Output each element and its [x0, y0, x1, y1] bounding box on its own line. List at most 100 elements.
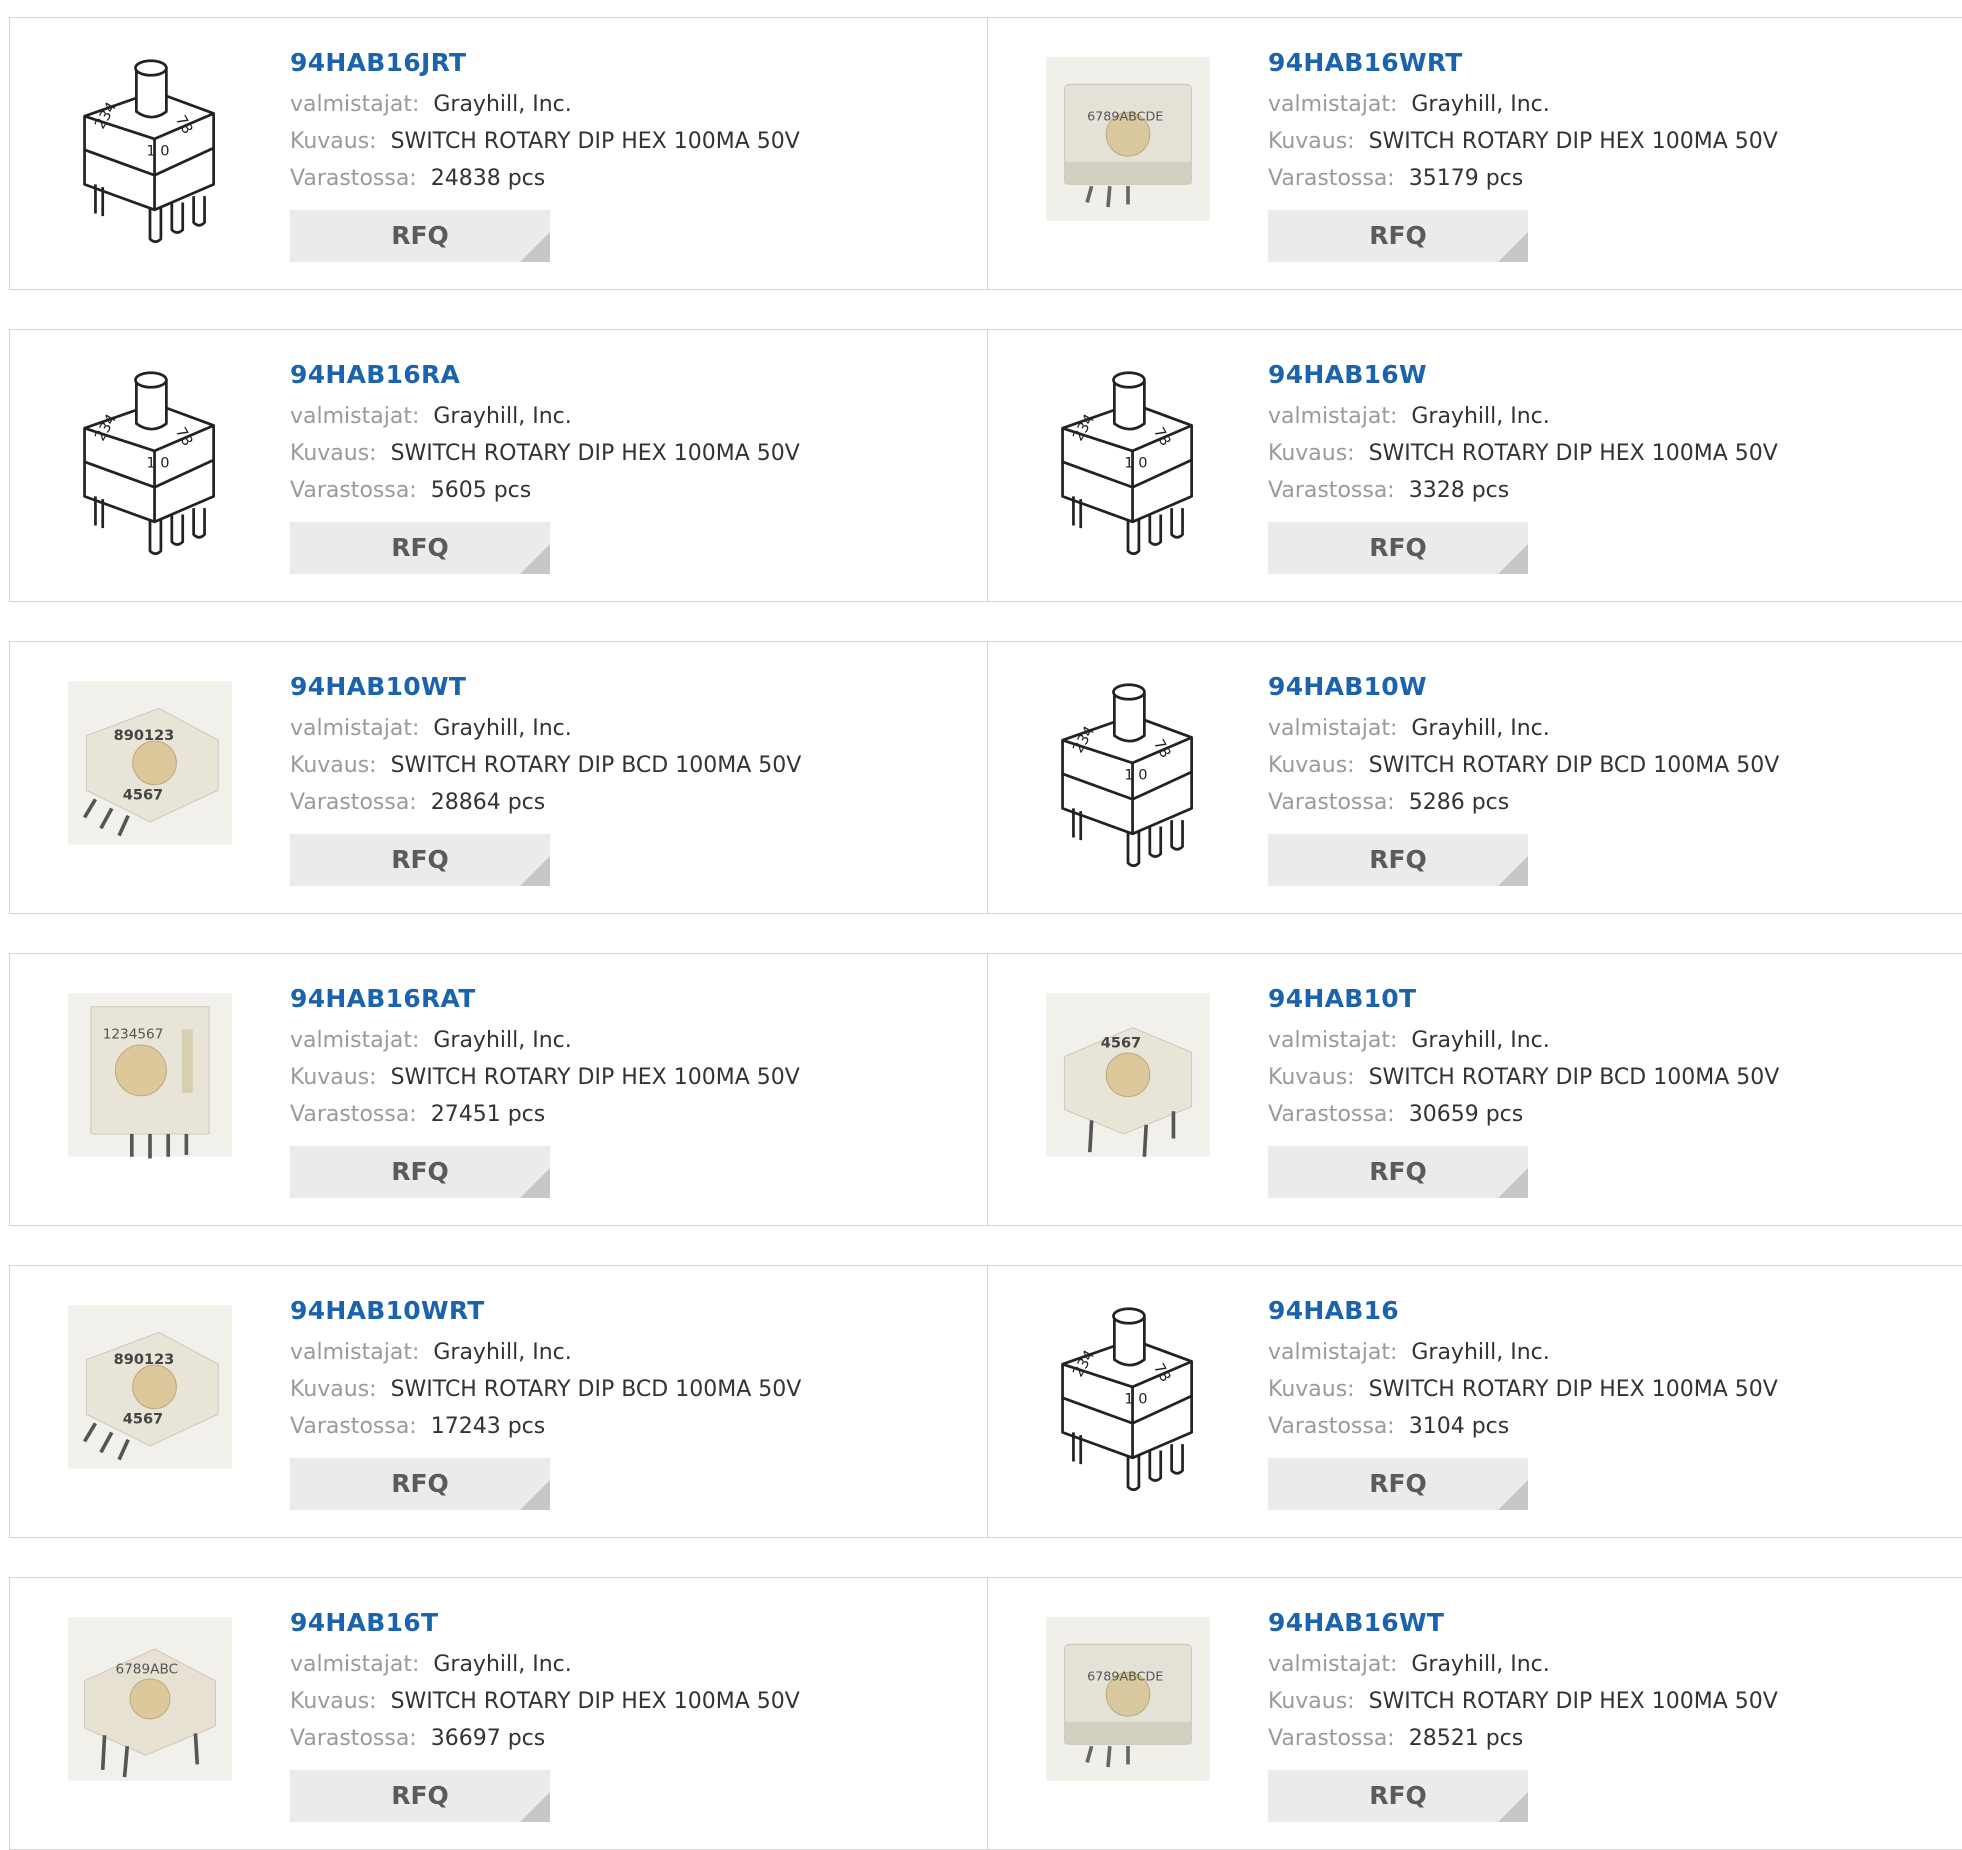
svg-text:1 0: 1 0 — [1124, 767, 1147, 783]
product-thumbnail[interactable]: 890123 4567 — [50, 672, 250, 872]
stock-value: 36697 pcs — [430, 1726, 546, 1751]
product-info: 94HAB16 valmistajat: Grayhill, Inc. Kuvau… — [1268, 1296, 1953, 1510]
description-label: Kuvaus: — [290, 129, 377, 154]
part-number-link[interactable]: 94HAB16W — [1268, 360, 1953, 390]
manufacturer-label: valmistajat: — [1268, 716, 1398, 741]
description-label: Kuvaus: — [1268, 1689, 1355, 1714]
rfq-button[interactable]: RFQ — [290, 522, 550, 574]
part-number-link[interactable]: 94HAB16T — [290, 1608, 977, 1638]
description-value: SWITCH ROTARY DIP HEX 100MA 50V — [390, 129, 800, 154]
rfq-button[interactable]: RFQ — [1268, 1146, 1528, 1198]
product-thumbnail[interactable]: 234 78 1 0 — [1028, 360, 1228, 560]
stock-label: Varastossa: — [290, 1414, 417, 1439]
part-number-link[interactable]: 94HAB10W — [1268, 672, 1953, 702]
part-number-link[interactable]: 94HAB16WT — [1268, 1608, 1953, 1638]
rfq-button[interactable]: RFQ — [290, 1146, 550, 1198]
rfq-button[interactable]: RFQ — [1268, 210, 1528, 262]
part-number-link[interactable]: 94HAB10WT — [290, 672, 977, 702]
product-row: 890123 4567 94HAB10WRT valmistajat: Grayh… — [9, 1265, 1962, 1538]
product-thumbnail[interactable]: 234 78 1 0 — [50, 360, 250, 560]
description-line: Kuvaus: SWITCH ROTARY DIP HEX 100MA 50V — [1268, 123, 1953, 160]
manufacturer-value: Grayhill, Inc. — [433, 92, 572, 117]
stock-line: Varastossa: 35179 pcs — [1268, 160, 1953, 197]
product-thumbnail[interactable]: 1234567 — [50, 984, 250, 1184]
product-thumbnail[interactable]: 234 78 1 0 — [50, 48, 250, 248]
part-number-link[interactable]: 94HAB16RA — [290, 360, 977, 390]
stock-value: 28521 pcs — [1408, 1726, 1524, 1751]
manufacturer-value: Grayhill, Inc. — [1411, 92, 1550, 117]
part-number-link[interactable]: 94HAB10WRT — [290, 1296, 977, 1326]
description-label: Kuvaus: — [290, 753, 377, 778]
manufacturer-line: valmistajat: Grayhill, Inc. — [1268, 710, 1953, 747]
description-line: Kuvaus: SWITCH ROTARY DIP HEX 100MA 50V — [290, 435, 977, 472]
product-meta: valmistajat: Grayhill, Inc. Kuvaus: SWITCH… — [1268, 1334, 1953, 1445]
description-line: Kuvaus: SWITCH ROTARY DIP BCD 100MA 50V — [290, 747, 977, 784]
part-number-link[interactable]: 94HAB16JRT — [290, 48, 977, 78]
part-number-link[interactable]: 94HAB16 — [1268, 1296, 1953, 1326]
product-info: 94HAB16WRT valmistajat: Grayhill, Inc. Ku… — [1268, 48, 1953, 262]
description-label: Kuvaus: — [1268, 753, 1355, 778]
rfq-button[interactable]: RFQ — [290, 1458, 550, 1510]
svg-text:4567: 4567 — [1101, 1036, 1141, 1052]
product-info: 94HAB10WRT valmistajat: Grayhill, Inc. Ku… — [290, 1296, 977, 1510]
svg-text:890123: 890123 — [114, 1352, 175, 1368]
description-value: SWITCH ROTARY DIP HEX 100MA 50V — [390, 441, 800, 466]
product-thumbnail[interactable]: 234 78 1 0 — [1028, 1296, 1228, 1496]
product-thumbnail[interactable]: 234 78 1 0 — [1028, 672, 1228, 872]
product-thumbnail[interactable]: 6789ABCDE — [1028, 1608, 1228, 1808]
stock-label: Varastossa: — [1268, 478, 1395, 503]
manufacturer-line: valmistajat: Grayhill, Inc. — [290, 398, 977, 435]
description-value: SWITCH ROTARY DIP HEX 100MA 50V — [1368, 129, 1778, 154]
rfq-button[interactable]: RFQ — [1268, 1770, 1528, 1822]
stock-label: Varastossa: — [290, 166, 417, 191]
corner-decoration — [520, 232, 550, 262]
rfq-button[interactable]: RFQ — [1268, 1458, 1528, 1510]
manufacturer-line: valmistajat: Grayhill, Inc. — [290, 1334, 977, 1371]
svg-text:1 0: 1 0 — [146, 455, 169, 471]
part-number-link[interactable]: 94HAB10T — [1268, 984, 1953, 1014]
product-thumbnail[interactable]: 6789ABC — [50, 1608, 250, 1808]
product-card: 6789ABCDE 94HAB16WT valmistajat: Grayhill… — [988, 1578, 1962, 1849]
manufacturer-label: valmistajat: — [290, 1028, 420, 1053]
stock-value: 24838 pcs — [430, 166, 546, 191]
corner-decoration — [1498, 856, 1528, 886]
corner-decoration — [520, 1792, 550, 1822]
product-thumbnail[interactable]: 6789ABCDE — [1028, 48, 1228, 248]
stock-value: 17243 pcs — [430, 1414, 546, 1439]
stock-label: Varastossa: — [1268, 1102, 1395, 1127]
product-card: 4567 94HAB10T valmistajat: Grayhill, Inc.… — [988, 954, 1962, 1225]
rfq-label: RFQ — [1369, 845, 1427, 874]
rfq-button[interactable]: RFQ — [1268, 522, 1528, 574]
manufacturer-value: Grayhill, Inc. — [1411, 1340, 1550, 1365]
product-meta: valmistajat: Grayhill, Inc. Kuvaus: SWITCH… — [290, 1022, 977, 1133]
corner-decoration — [520, 1480, 550, 1510]
stock-value: 35179 pcs — [1408, 166, 1524, 191]
part-number-link[interactable]: 94HAB16WRT — [1268, 48, 1953, 78]
product-info: 94HAB10W valmistajat: Grayhill, Inc. Kuva… — [1268, 672, 1953, 886]
rotary-switch-drawing-icon: 234 78 1 0 — [1061, 683, 1193, 867]
rfq-label: RFQ — [1369, 221, 1427, 250]
product-row: 890123 4567 94HAB10WT valmistajat: Grayhi… — [9, 641, 1962, 914]
product-card: 234 78 1 0 94HAB16JRT valmistajat: Grayhi… — [10, 18, 988, 289]
description-line: Kuvaus: SWITCH ROTARY DIP HEX 100MA 50V — [1268, 435, 1953, 472]
rfq-button[interactable]: RFQ — [290, 1770, 550, 1822]
rfq-button[interactable]: RFQ — [290, 834, 550, 886]
description-line: Kuvaus: SWITCH ROTARY DIP HEX 100MA 50V — [290, 123, 977, 160]
manufacturer-value: Grayhill, Inc. — [433, 716, 572, 741]
description-label: Kuvaus: — [1268, 1065, 1355, 1090]
svg-text:1 0: 1 0 — [1124, 455, 1147, 471]
rfq-button[interactable]: RFQ — [1268, 834, 1528, 886]
svg-text:6789ABC: 6789ABC — [115, 1661, 178, 1677]
product-thumbnail[interactable]: 4567 — [1028, 984, 1228, 1184]
manufacturer-value: Grayhill, Inc. — [1411, 1028, 1550, 1053]
rfq-label: RFQ — [1369, 1157, 1427, 1186]
product-thumbnail[interactable]: 890123 4567 — [50, 1296, 250, 1496]
manufacturer-line: valmistajat: Grayhill, Inc. — [1268, 86, 1953, 123]
product-card: 234 78 1 0 94HAB16W valmistajat: Grayhill… — [988, 330, 1962, 601]
description-value: SWITCH ROTARY DIP HEX 100MA 50V — [1368, 1377, 1778, 1402]
description-value: SWITCH ROTARY DIP BCD 100MA 50V — [1368, 1065, 1780, 1090]
part-number-link[interactable]: 94HAB16RAT — [290, 984, 977, 1014]
manufacturer-line: valmistajat: Grayhill, Inc. — [1268, 398, 1953, 435]
rfq-button[interactable]: RFQ — [290, 210, 550, 262]
stock-value: 28864 pcs — [430, 790, 546, 815]
